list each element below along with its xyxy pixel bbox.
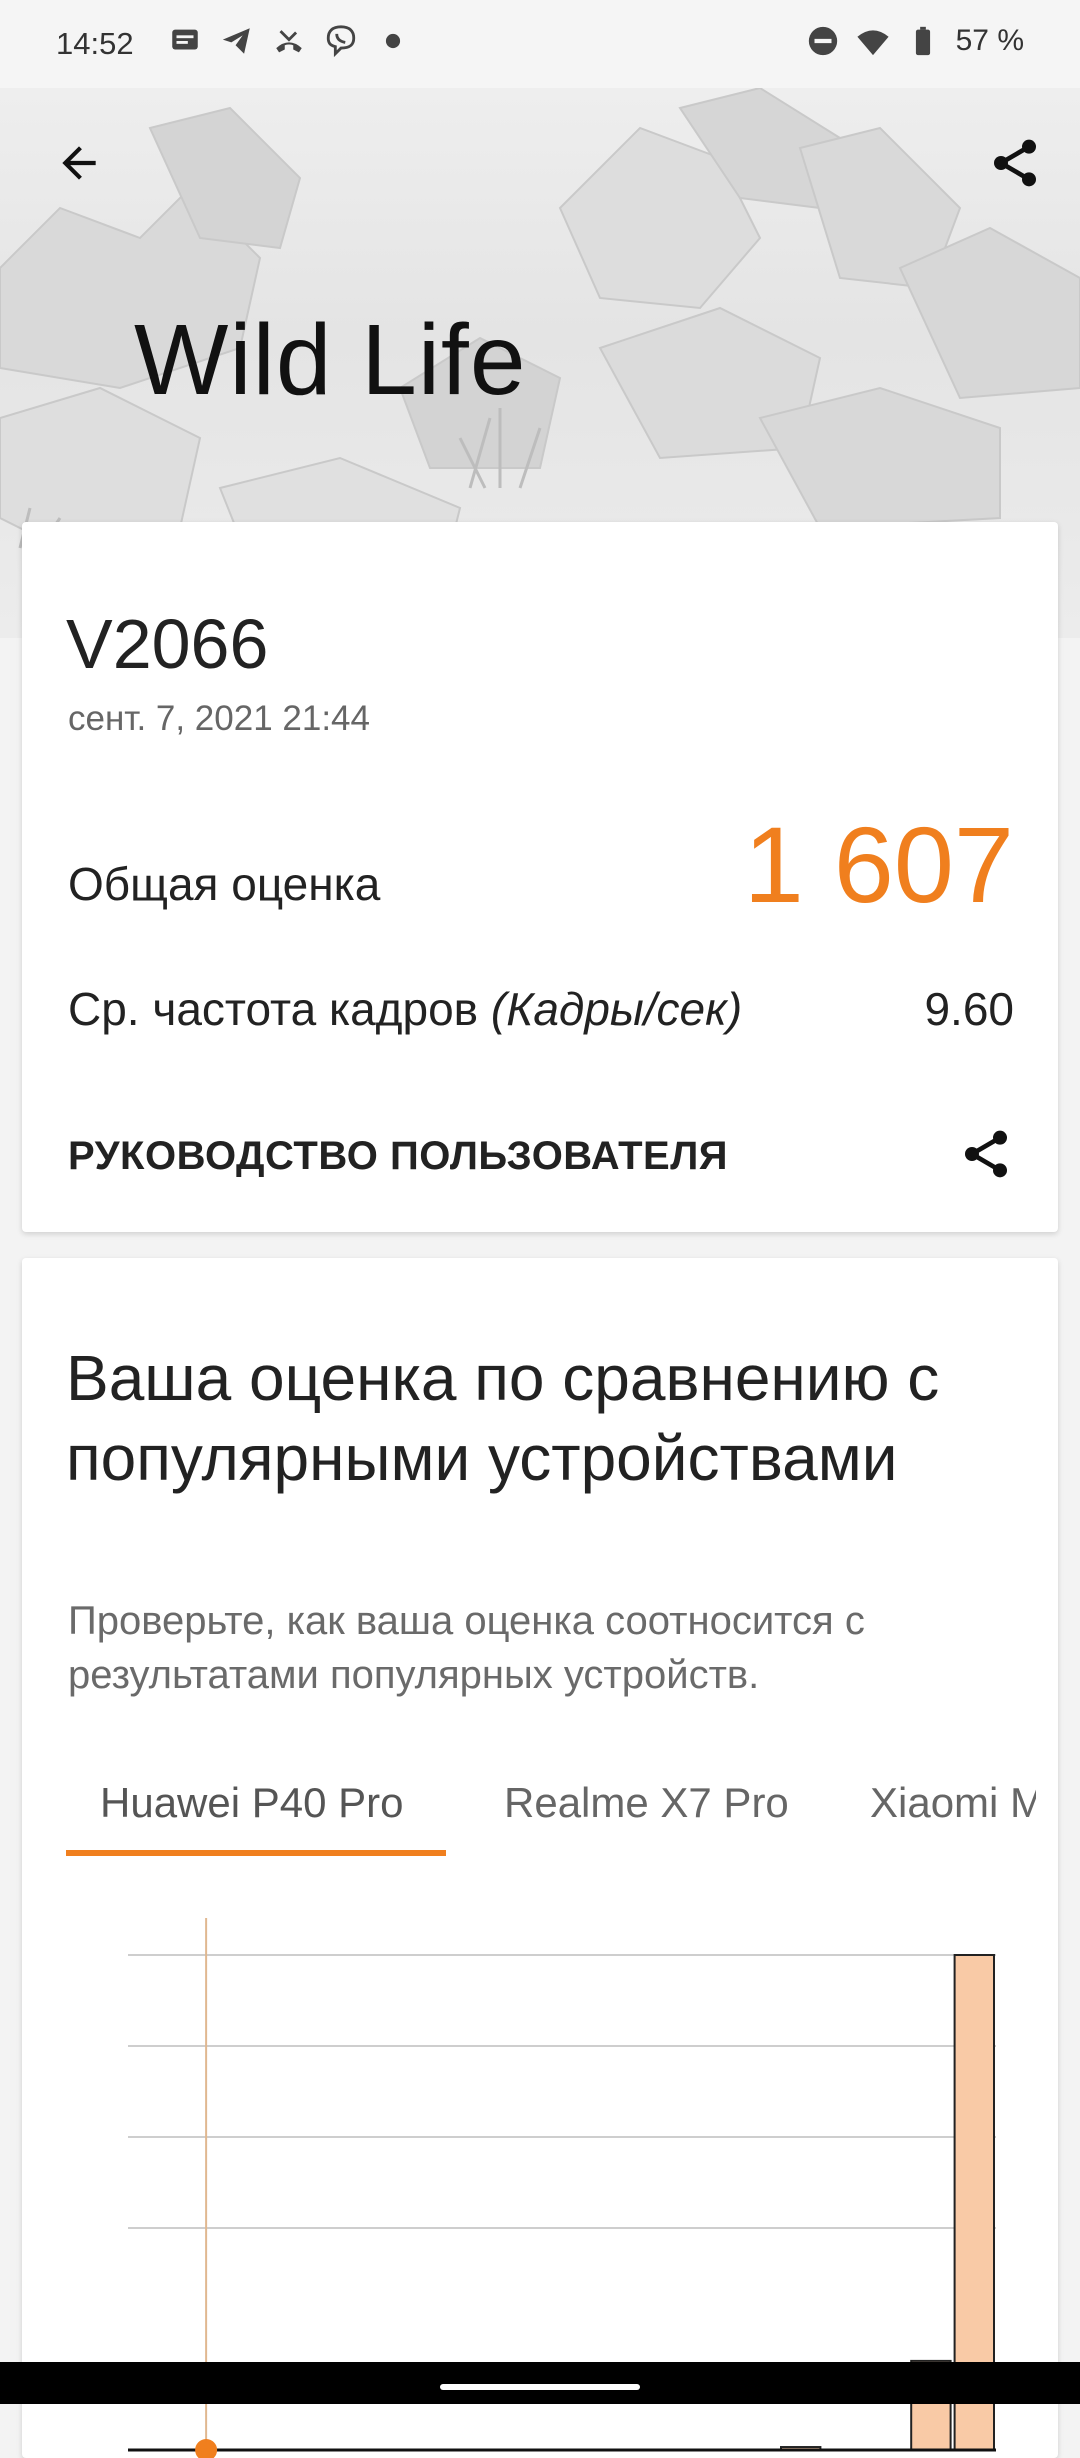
share-button-top[interactable]	[980, 128, 1050, 198]
battery-icon	[915, 26, 930, 56]
avg-fps-value: 9.60	[924, 983, 1014, 1035]
tab-xiaomi-mi-11[interactable]: Xiaomi Mi 11	[836, 1758, 1036, 1858]
overall-score-label: Общая оценка	[68, 858, 381, 910]
system-icons: 57 %	[806, 24, 1024, 58]
tab-huawei-p40-pro[interactable]: Huawei P40 Pro	[66, 1758, 438, 1858]
page-title: Wild Life	[134, 304, 527, 416]
avg-fps-label: Ср. частота кадров (Кадры/сек)	[68, 982, 742, 1036]
avg-fps-unit: (Кадры/сек)	[490, 983, 743, 1035]
home-gesture-handle[interactable]	[440, 2384, 640, 2390]
telegram-icon	[222, 28, 250, 54]
viber-icon	[326, 25, 356, 58]
share-icon	[965, 1130, 1007, 1178]
comparison-card: Ваша оценка по сравнению с популярными у…	[22, 1258, 1058, 2458]
test-date: сент. 7, 2021 21:44	[68, 699, 370, 738]
navigation-bar	[0, 2362, 1080, 2404]
missed-call-icon	[276, 30, 302, 53]
device-name: V2066	[66, 605, 269, 683]
device-tabs: Huawei P40 Pro Realme X7 Pro Xiaomi Mi 1…	[66, 1758, 1036, 1858]
share-icon	[994, 139, 1036, 187]
battery-percent: 57 %	[955, 24, 1024, 57]
wifi-icon	[857, 30, 889, 56]
message-icon	[172, 29, 198, 50]
your-score-marker	[195, 2439, 218, 2458]
dot-icon	[385, 33, 401, 49]
avg-fps-label-text: Ср. частота кадров	[68, 983, 491, 1035]
result-card: V2066 сент. 7, 2021 21:44 Общая оценка 1…	[22, 522, 1058, 1232]
status-bar: 14:52 57 %	[0, 0, 1080, 88]
notification-icons	[168, 24, 410, 58]
dnd-icon	[808, 26, 837, 56]
user-guide-link[interactable]: РУКОВОДСТВО ПОЛЬЗОВАТЕЛЯ	[68, 1134, 728, 1179]
tab-realme-x7-pro[interactable]: Realme X7 Pro	[470, 1758, 823, 1858]
back-button[interactable]	[44, 128, 114, 198]
comparison-title: Ваша оценка по сравнению с популярными у…	[66, 1342, 940, 1494]
overall-score-value: 1 607	[743, 804, 1014, 925]
share-result-button[interactable]	[948, 1116, 1024, 1192]
active-tab-indicator	[66, 1850, 446, 1856]
status-time: 14:52	[56, 26, 134, 61]
arrow-left-icon	[62, 146, 96, 180]
comparison-subtitle: Проверьте, как ваша оценка соотносится с…	[68, 1599, 865, 1697]
